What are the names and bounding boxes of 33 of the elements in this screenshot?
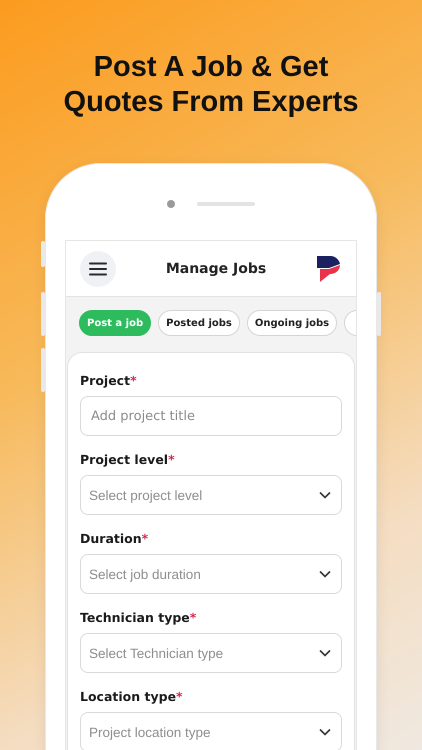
select-field[interactable]: Project location type: [80, 712, 342, 750]
logo-icon: [316, 254, 342, 282]
chevron-down-icon: [319, 728, 331, 736]
tab[interactable]: Posted jobs: [158, 310, 240, 336]
select-placeholder: Select Technician type: [89, 646, 224, 660]
required-mark: *: [168, 452, 175, 467]
headline-text: Post A Job & Get: [92, 50, 330, 85]
chevron-down-icon: [319, 491, 331, 499]
select-field[interactable]: Select project level: [80, 475, 342, 515]
field-label: Project level: [80, 452, 168, 467]
select-field[interactable]: Select Technician type: [80, 633, 342, 673]
menu-icon: [89, 262, 107, 276]
field-label: Duration: [80, 531, 142, 546]
camera-icon: [167, 200, 175, 208]
required-mark: *: [130, 373, 137, 388]
menu-button[interactable]: [80, 250, 116, 286]
input-field[interactable]: Add project title: [80, 396, 342, 436]
chevron-down-icon: [319, 649, 331, 657]
required-mark: *: [142, 531, 148, 546]
screen-title: Manage Jobs: [164, 260, 268, 276]
required-mark: *: [190, 610, 196, 625]
chevron-down-icon: [319, 570, 331, 578]
field-label: Project: [80, 373, 130, 388]
select-placeholder: Select project level: [89, 488, 202, 502]
field-label: Location type: [80, 689, 176, 704]
tab[interactable]: Post a job: [79, 310, 152, 336]
required-mark: *: [176, 689, 183, 704]
tab[interactable]: Ongoing jobs: [246, 310, 338, 336]
field-label: Technician type: [80, 610, 190, 625]
select-field[interactable]: Select job duration: [80, 554, 342, 594]
select-placeholder: Project location type: [89, 724, 211, 740]
select-placeholder: Select job duration: [89, 566, 201, 582]
headline-text: Quotes From Experts: [62, 85, 360, 120]
